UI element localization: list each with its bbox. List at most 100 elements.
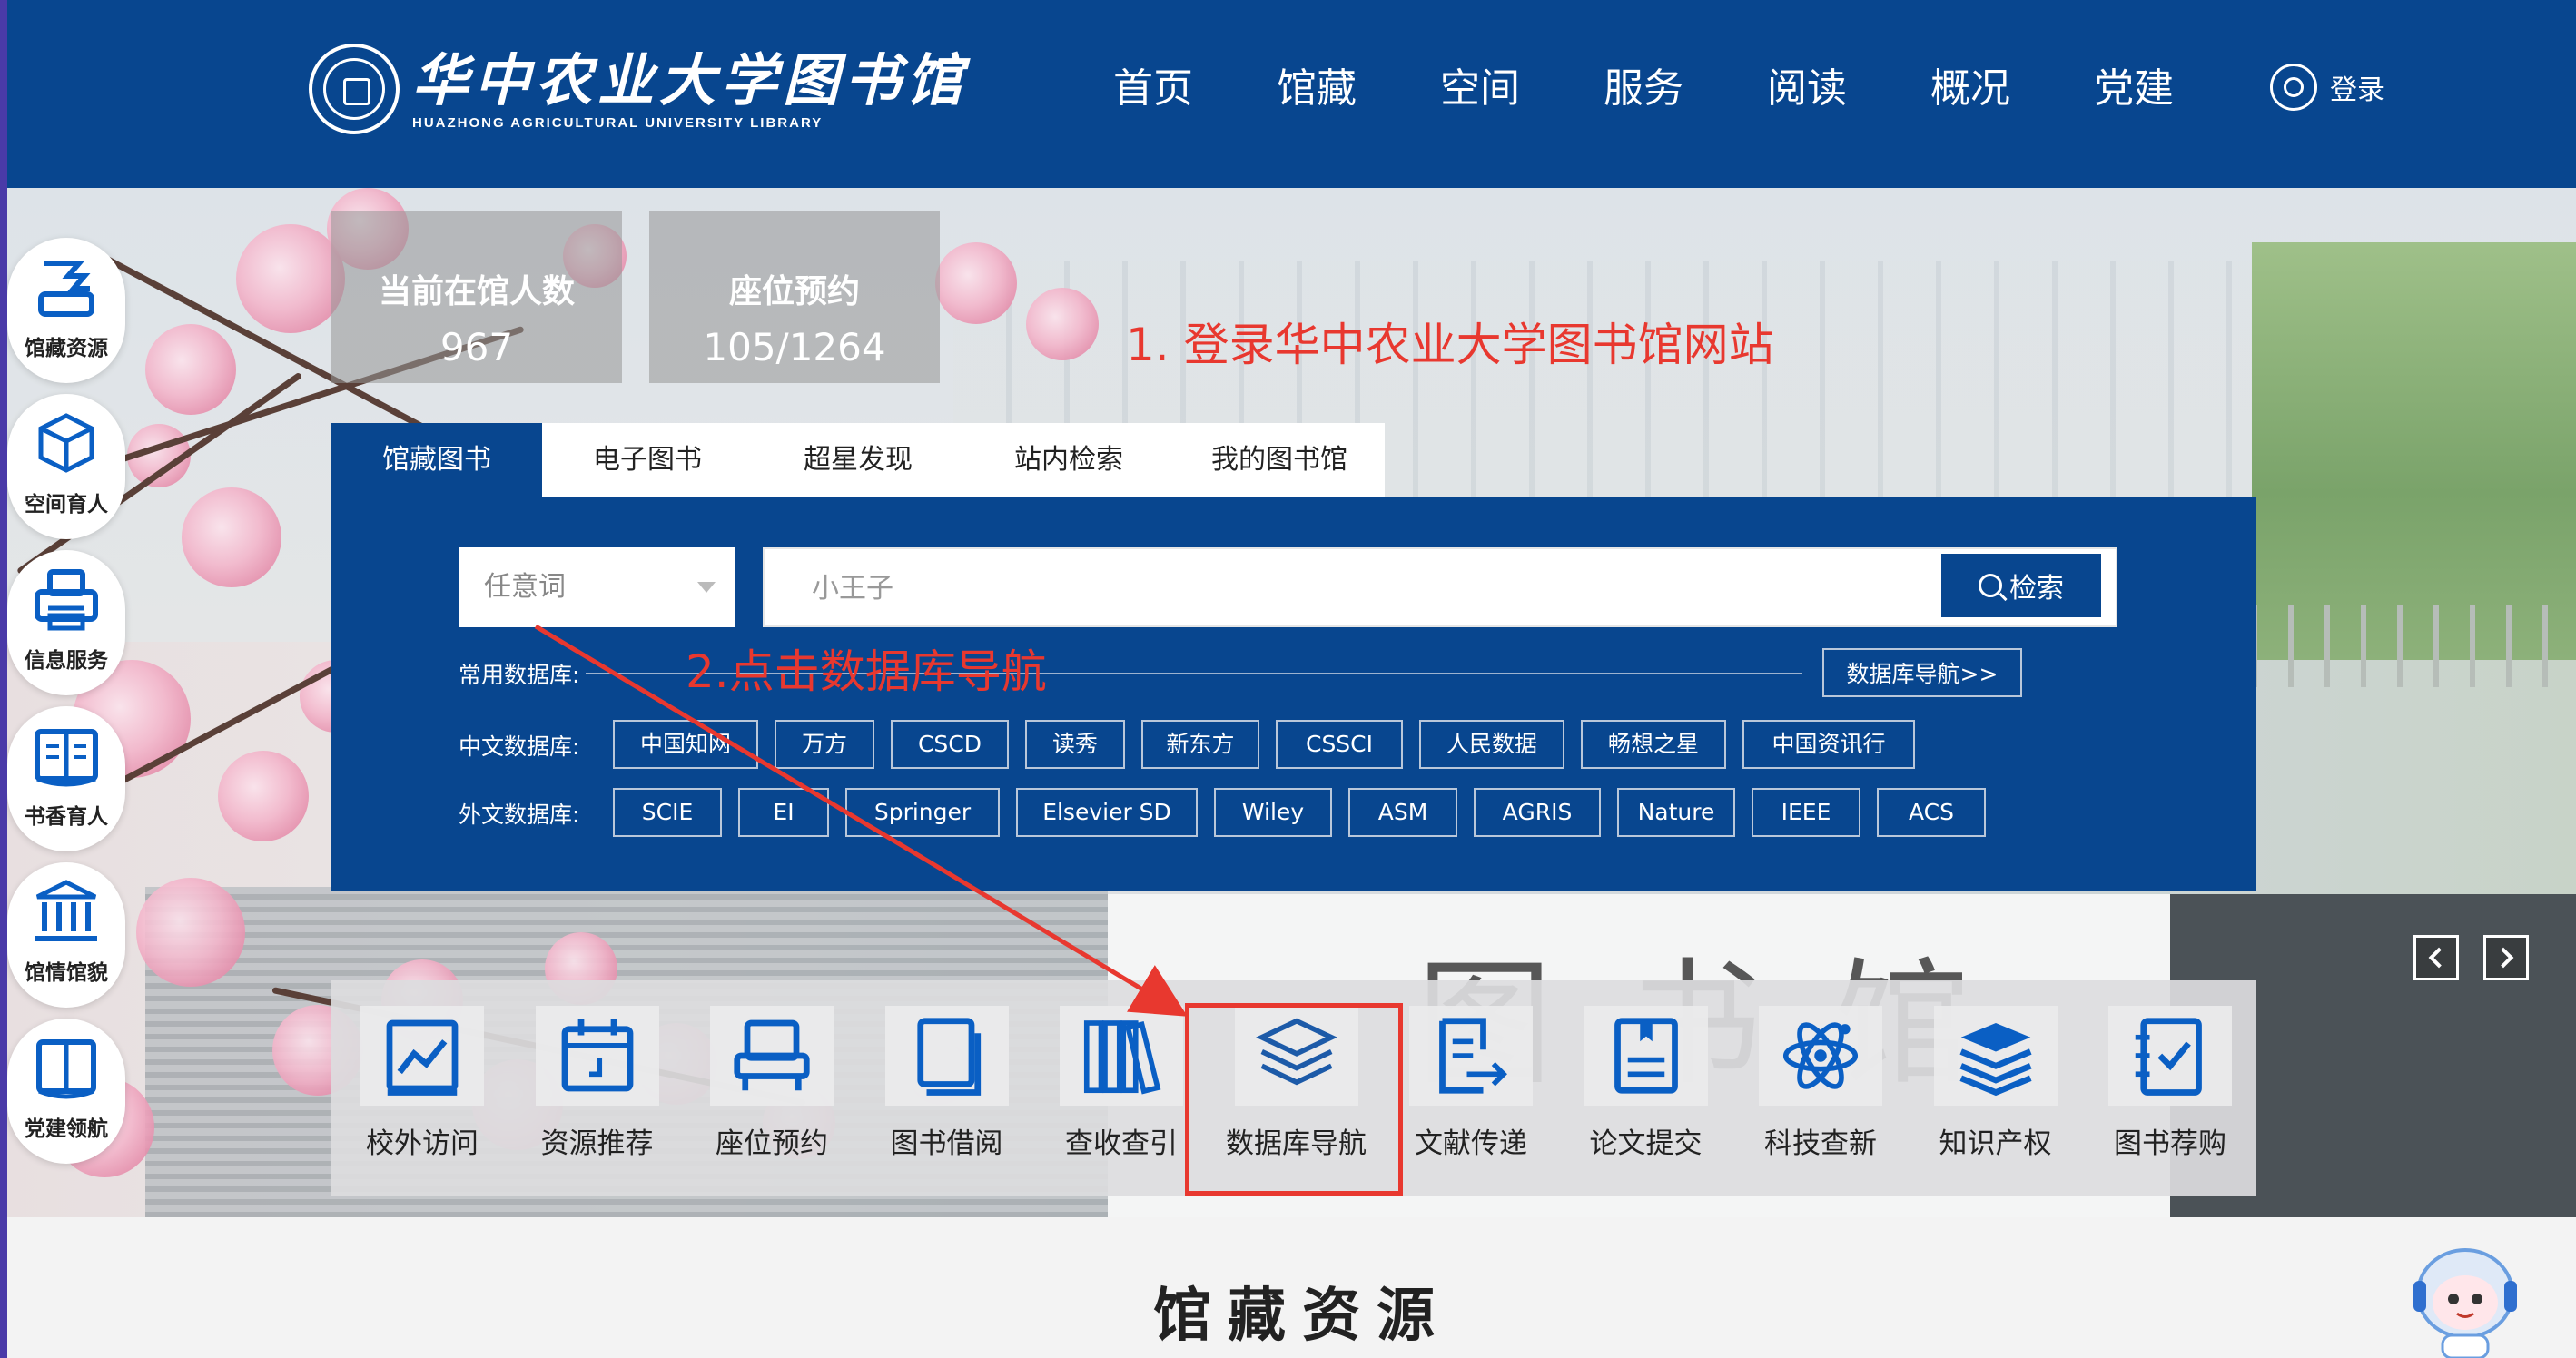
- side-menu-2[interactable]: 信息服务: [7, 550, 125, 695]
- quick-link-label: 座位预约: [716, 1127, 828, 1160]
- nav-item-1[interactable]: 馆藏: [1235, 53, 1398, 125]
- quick-link-label: 科技查新: [1764, 1127, 1877, 1160]
- quick-link-1[interactable]: 资源推荐: [534, 1006, 661, 1161]
- visitor-count-label: 当前在馆人数: [378, 273, 575, 310]
- cn-db-chip-3[interactable]: 读秀: [1025, 720, 1125, 769]
- en-db-chip-3[interactable]: Elsevier SD: [1016, 788, 1198, 837]
- en-db-chip-5[interactable]: ASM: [1348, 788, 1457, 837]
- side-menu-label: 空间育人: [25, 493, 108, 517]
- chevron-down-icon: [697, 582, 716, 593]
- cn-db-chip-7[interactable]: 畅想之星: [1581, 720, 1726, 769]
- quick-link-icon-box: [2108, 1006, 2232, 1106]
- cn-db-chip-6[interactable]: 人民数据: [1419, 720, 1564, 769]
- quick-link-8[interactable]: 科技查新: [1757, 1006, 1884, 1161]
- quick-link-10[interactable]: 图书荐购: [2107, 1006, 2234, 1161]
- chinese-db-list: 中国知网 万方 CSCD 读秀 新东方 CSSCI 人民数据 畅想之星 中国资讯行: [613, 720, 1931, 769]
- en-db-chip-4[interactable]: Wiley: [1214, 788, 1332, 837]
- quick-link-3[interactable]: 图书借阅: [883, 1006, 1011, 1161]
- en-db-chip-9[interactable]: ACS: [1877, 788, 1986, 837]
- quick-link-icon-box: [535, 1006, 659, 1106]
- university-seal-icon: [309, 44, 400, 134]
- side-menu-1[interactable]: 空间育人: [7, 394, 125, 539]
- chat-robot-icon[interactable]: [2406, 1230, 2524, 1358]
- quick-link-label: 校外访问: [366, 1127, 479, 1160]
- database-nav-link[interactable]: 数据库导航>>: [1822, 648, 2022, 697]
- tab-3[interactable]: 站内检索: [963, 423, 1174, 497]
- cn-db-chip-2[interactable]: CSCD: [891, 720, 1009, 769]
- en-db-chip-2[interactable]: Springer: [845, 788, 1000, 837]
- calendar-icon: [561, 1018, 633, 1092]
- carousel-next-button[interactable]: [2483, 935, 2529, 980]
- book-stack-icon: [1959, 1023, 2032, 1097]
- building-icon: [35, 880, 97, 941]
- search-field-select[interactable]: 任意词: [459, 547, 735, 627]
- tab-2[interactable]: 超星发现: [753, 423, 963, 497]
- library-logo[interactable]: 华中农业大学图书馆 HUAZHONG AGRICULTURAL UNIVERSI…: [309, 44, 968, 134]
- side-menu-label: 书香育人: [25, 805, 108, 829]
- nav-item-2[interactable]: 空间: [1398, 53, 1562, 125]
- side-menu-3[interactable]: 书香育人: [7, 706, 125, 851]
- cn-db-chip-5[interactable]: CSSCI: [1276, 720, 1403, 769]
- quick-link-6[interactable]: 文献传递: [1407, 1006, 1535, 1161]
- chevron-right-icon: [2492, 947, 2514, 969]
- side-menu-5[interactable]: 党建领航: [7, 1018, 125, 1164]
- quick-link-9[interactable]: 知识产权: [1932, 1006, 2059, 1161]
- seat-reservation-value: 105/1264: [703, 325, 886, 369]
- quick-link-7[interactable]: 论文提交: [1583, 1006, 1710, 1161]
- quick-link-4[interactable]: 查收查引: [1058, 1006, 1185, 1161]
- en-db-chip-7[interactable]: Nature: [1617, 788, 1735, 837]
- cn-db-chip-1[interactable]: 万方: [775, 720, 874, 769]
- quick-link-icon-box: [1409, 1006, 1533, 1106]
- en-db-chip-1[interactable]: EI: [738, 788, 829, 837]
- cn-db-chip-8[interactable]: 中国资讯行: [1742, 720, 1915, 769]
- quick-link-icon-box: [1759, 1006, 1882, 1106]
- en-db-chip-6[interactable]: AGRIS: [1474, 788, 1601, 837]
- en-db-chip-0[interactable]: SCIE: [613, 788, 722, 837]
- site-header: 华中农业大学图书馆 HUAZHONG AGRICULTURAL UNIVERSI…: [0, 0, 2576, 188]
- quick-link-icon-box: [360, 1006, 484, 1106]
- nav-item-5[interactable]: 概况: [1889, 53, 2052, 125]
- visitor-count-value: 967: [439, 325, 514, 369]
- printer-icon: [35, 569, 98, 631]
- cn-db-chip-0[interactable]: 中国知网: [613, 720, 758, 769]
- logo-chinese-name: 华中农业大学图书馆: [412, 46, 969, 113]
- search-field-value: 任意词: [484, 571, 566, 603]
- window-edge: [0, 0, 7, 1358]
- quick-link-icon-box: [1584, 1006, 1708, 1106]
- book-icon: [916, 1018, 981, 1096]
- search-input[interactable]: 小王子: [763, 547, 2117, 627]
- quick-link-label: 资源推荐: [540, 1127, 654, 1160]
- login-button[interactable]: 登录: [2270, 64, 2384, 111]
- atom-icon: [1782, 1022, 1859, 1089]
- quick-link-label: 图书荐购: [2114, 1127, 2226, 1160]
- quick-link-icon-box: [710, 1006, 834, 1106]
- side-menu-label: 馆情馆貌: [25, 961, 108, 985]
- nav-item-4[interactable]: 阅读: [1725, 53, 1889, 125]
- annotation-step1: 1. 登录华中农业大学图书馆网站: [1126, 319, 1774, 371]
- nav-item-6[interactable]: 党建: [2052, 53, 2216, 125]
- carousel-prev-button[interactable]: [2413, 935, 2459, 980]
- side-menu-0[interactable]: 馆藏资源: [7, 238, 125, 383]
- seat-icon: [734, 1019, 810, 1091]
- nav-item-3[interactable]: 服务: [1562, 53, 1725, 125]
- thesis-icon: [1614, 1018, 1678, 1094]
- tab-0[interactable]: 馆藏图书: [331, 423, 542, 497]
- en-db-chip-8[interactable]: IEEE: [1752, 788, 1860, 837]
- notebook-check-icon: [2135, 1018, 2202, 1096]
- quick-link-0[interactable]: 校外访问: [359, 1006, 486, 1161]
- search-button[interactable]: 检索: [1941, 554, 2101, 617]
- quick-link-2[interactable]: 座位预约: [708, 1006, 835, 1161]
- tab-4[interactable]: 我的图书馆: [1174, 423, 1385, 497]
- chinese-db-label: 中文数据库:: [459, 733, 580, 760]
- chevron-left-icon: [2428, 947, 2450, 969]
- login-label: 登录: [2330, 74, 2384, 106]
- cube-icon: [38, 413, 94, 473]
- nav-item-0[interactable]: 首页: [1071, 53, 1235, 125]
- side-menu-4[interactable]: 馆情馆貌: [7, 862, 125, 1008]
- seat-reservation-card[interactable]: 座位预约 105/1264: [649, 211, 940, 383]
- foreign-db-label: 外文数据库:: [459, 802, 580, 828]
- tab-1[interactable]: 电子图书: [542, 423, 753, 497]
- quick-link-icon-box: [884, 1006, 1009, 1106]
- search-icon: [1979, 574, 2002, 597]
- cn-db-chip-4[interactable]: 新东方: [1141, 720, 1259, 769]
